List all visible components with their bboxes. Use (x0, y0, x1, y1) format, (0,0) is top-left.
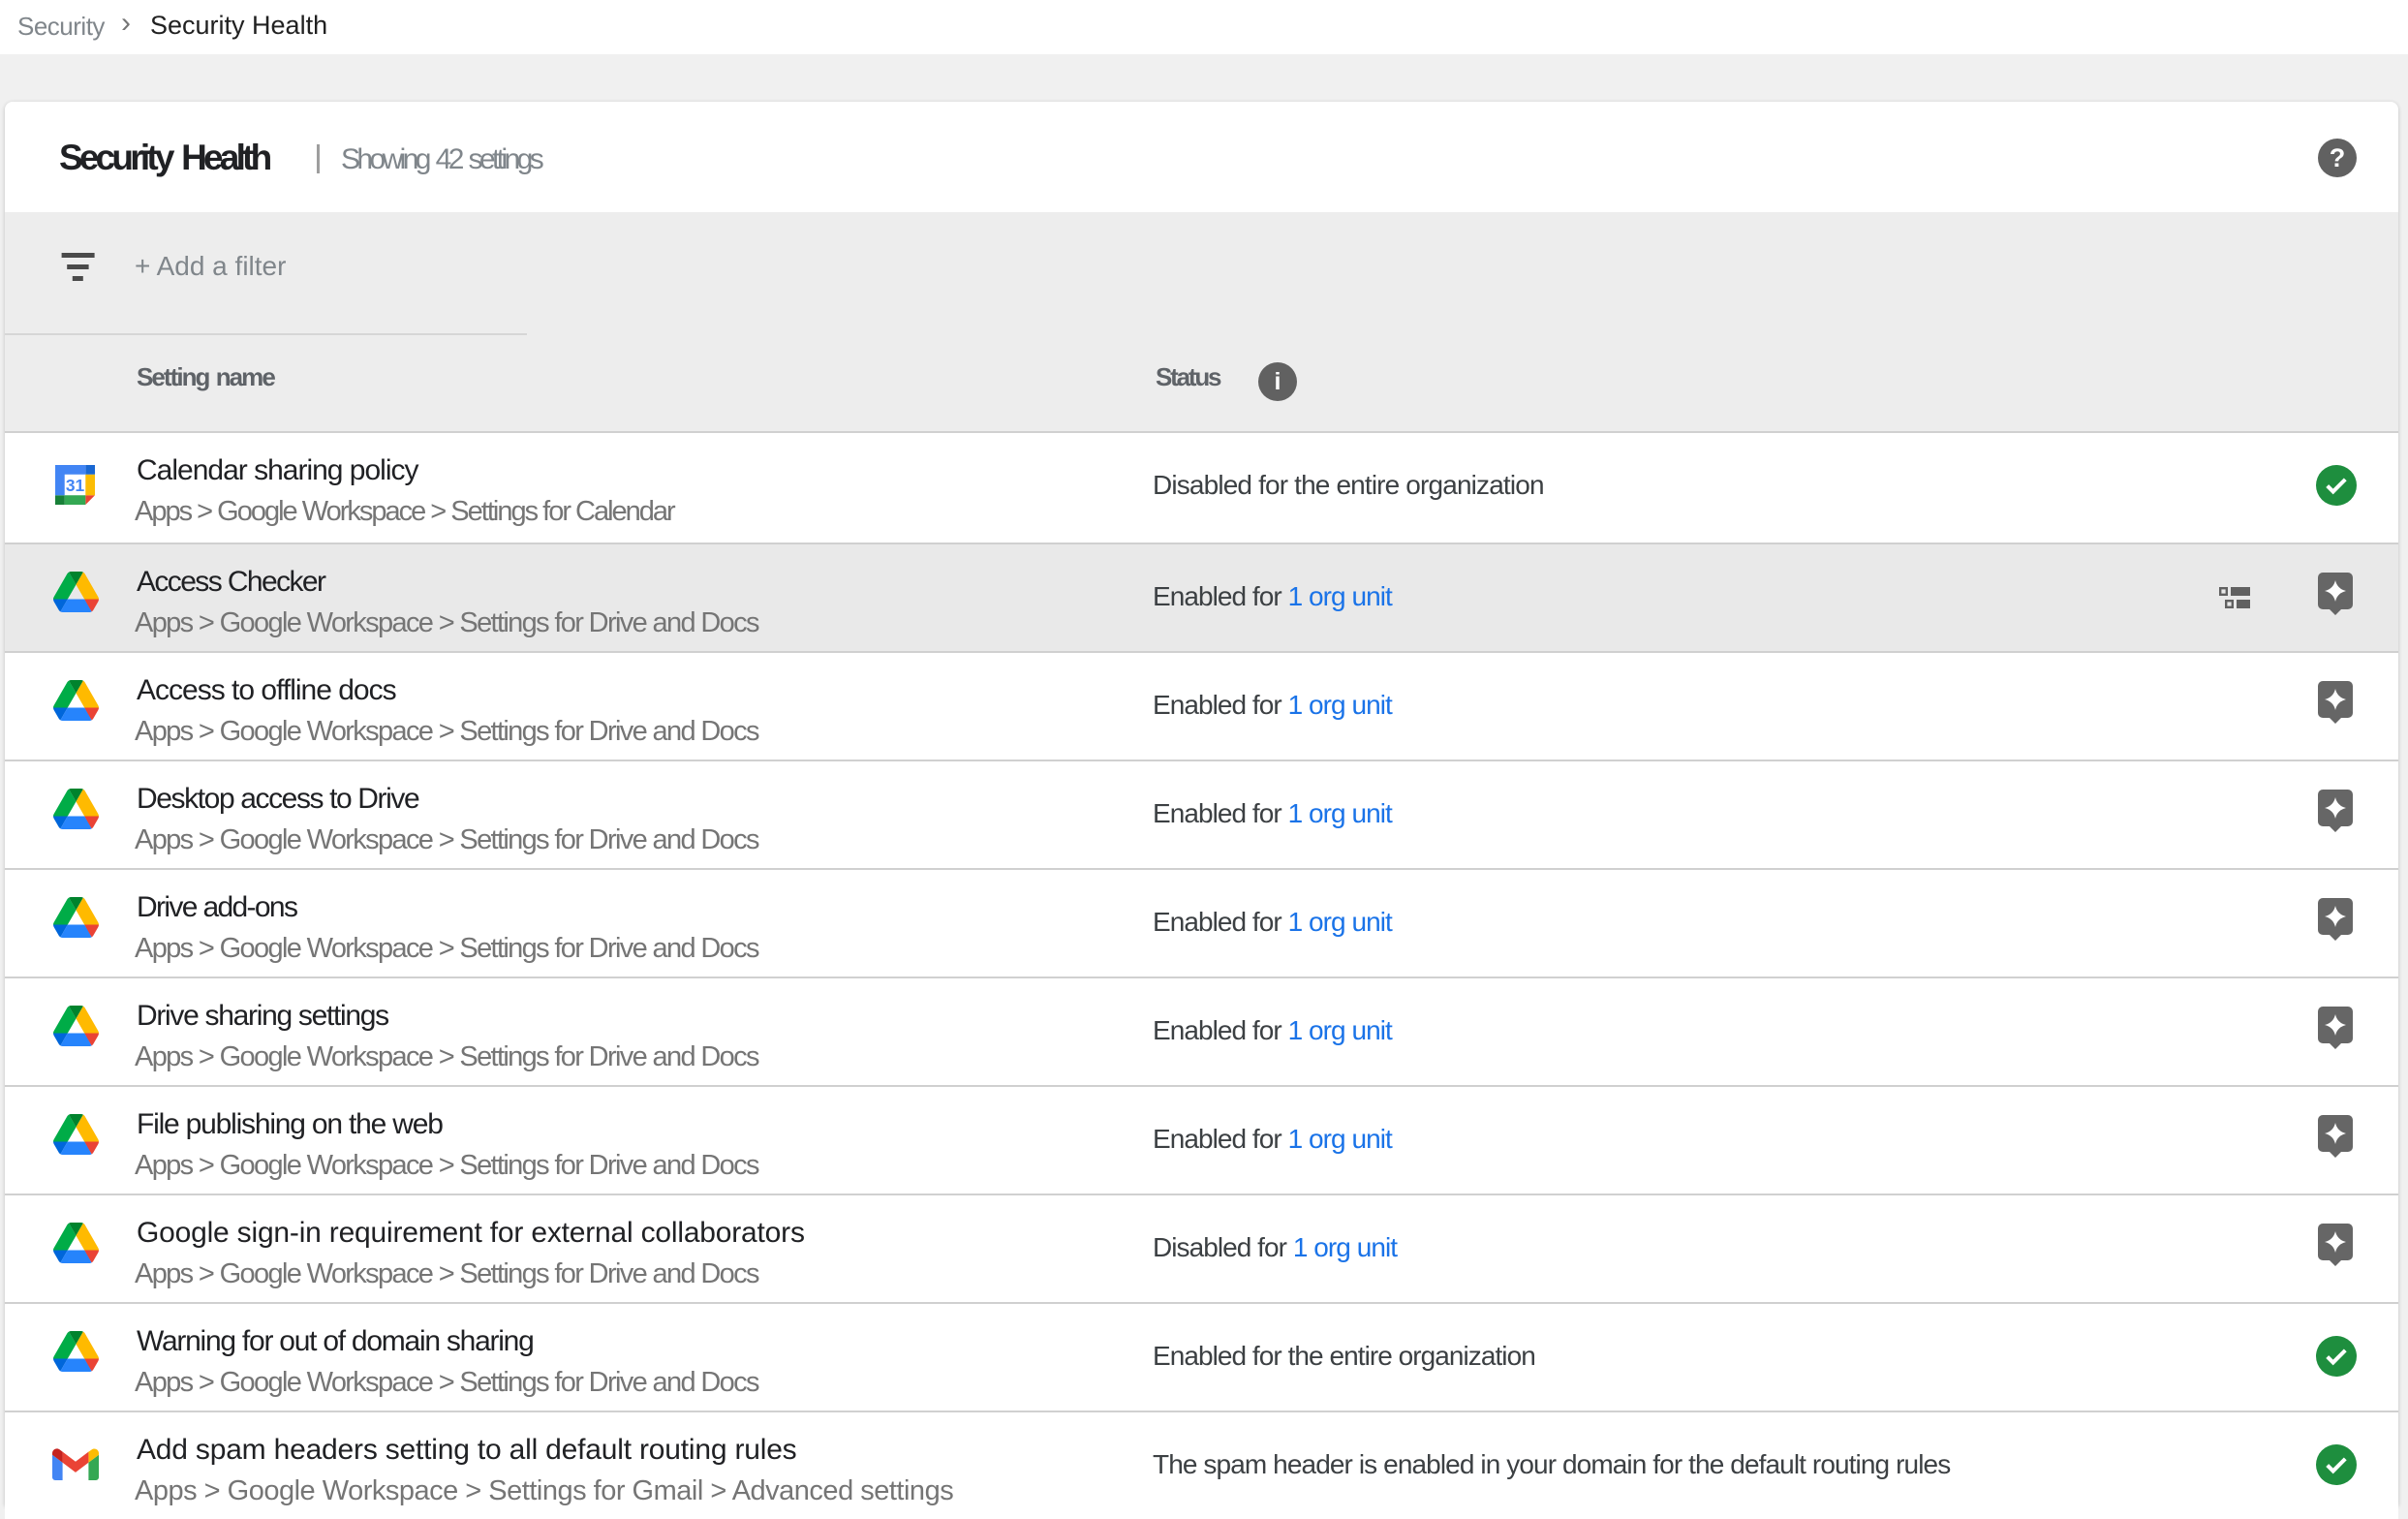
svg-text:31: 31 (66, 476, 85, 495)
